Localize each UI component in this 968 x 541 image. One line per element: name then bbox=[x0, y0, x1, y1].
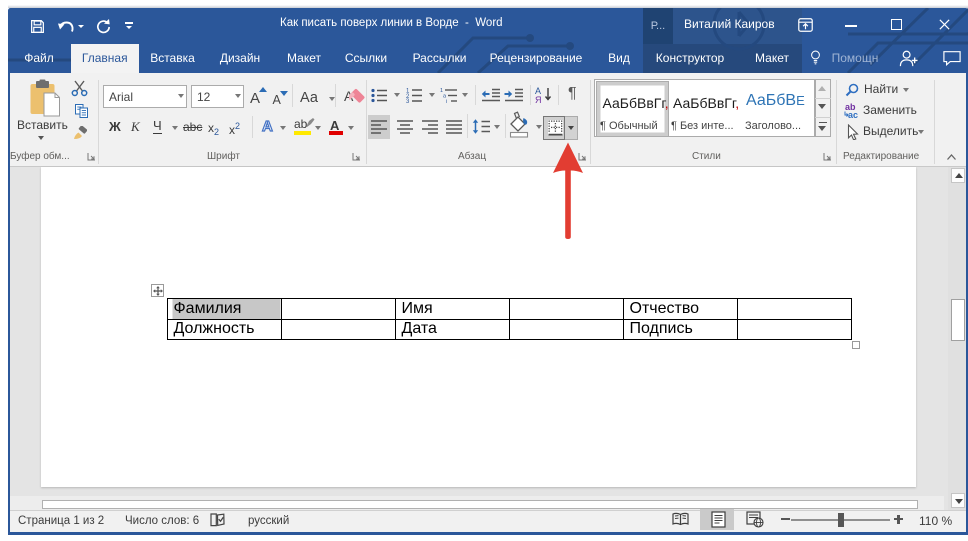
svg-text:3: 3 bbox=[406, 99, 410, 103]
svg-text:i: i bbox=[446, 99, 447, 103]
svg-text:Я: Я bbox=[535, 95, 542, 104]
svg-text:ac: ac bbox=[848, 110, 858, 119]
